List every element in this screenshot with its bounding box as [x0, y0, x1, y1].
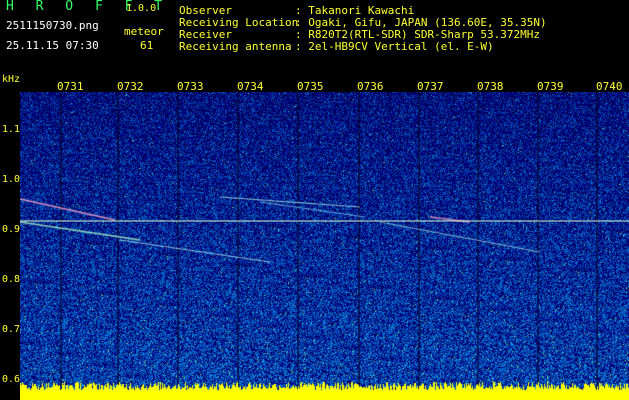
y-tick-0-6: 0.6: [2, 374, 21, 385]
meteor-label: meteor: [124, 25, 164, 38]
y-tick-0-8: 0.8: [2, 274, 21, 285]
app-version: 1.0.0: [126, 3, 157, 14]
y-axis-unit: kHz: [2, 74, 21, 85]
y-tick-0-7: 0.7: [2, 324, 21, 335]
info-label-antenna: Receiving antenna: [179, 40, 292, 53]
spectrogram-image: [20, 92, 629, 400]
file-name: 2511150730.png: [6, 19, 99, 32]
spectrogram-canvas: [20, 92, 629, 400]
meteor-count: 61: [140, 39, 154, 52]
y-tick-0-9: 0.9: [2, 224, 21, 235]
y-tick-1-1: 1.1: [2, 124, 21, 135]
info-value-antenna: : 2el-HB9CV Vertical (el. E-W): [295, 40, 494, 53]
y-tick-1-0: 1.0: [2, 174, 21, 185]
hrofft-window: H R O F F T 1.0.0 2511150730.png meteor …: [0, 0, 629, 400]
capture-datetime: 25.11.15 07:30: [6, 39, 99, 52]
